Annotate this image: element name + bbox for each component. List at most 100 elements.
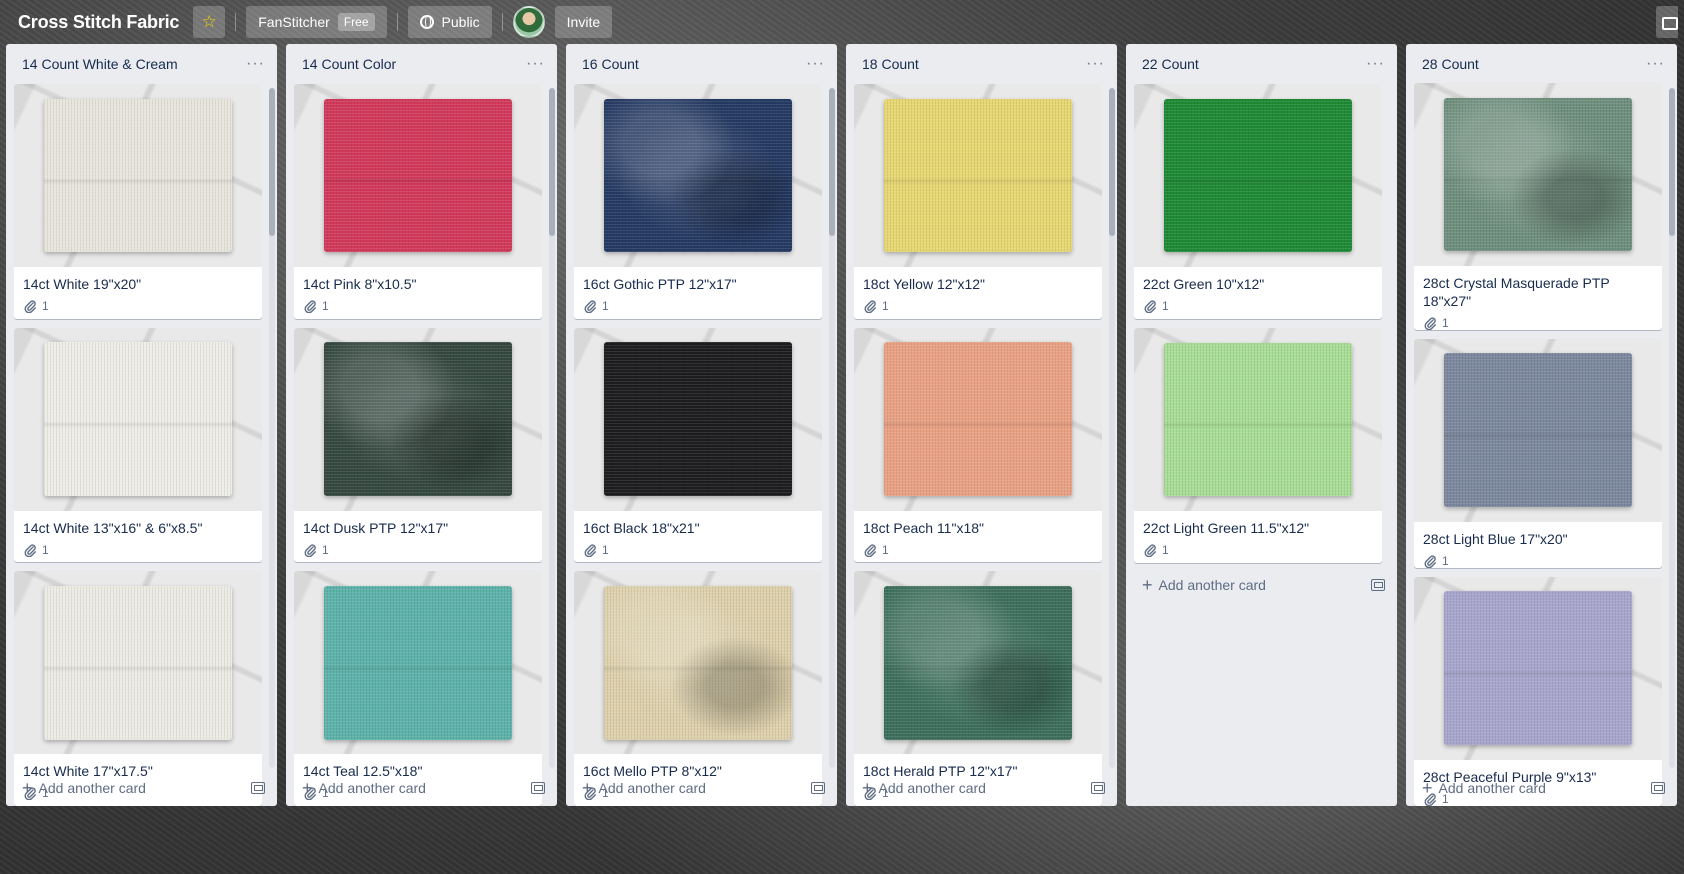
card-cover-image <box>854 571 1102 755</box>
card[interactable]: 28ct Crystal Masquerade PTP 18"x27" 1 <box>1414 83 1662 330</box>
list-menu-icon[interactable]: ··· <box>1646 55 1665 71</box>
card-badges: 1 <box>863 299 1093 314</box>
card-badges: 1 <box>303 543 533 557</box>
add-card-button[interactable]: + Add another card <box>846 770 1117 806</box>
attachment-icon <box>1423 554 1437 568</box>
scrollbar-thumb[interactable] <box>1669 88 1675 236</box>
card[interactable]: 16ct Black 18"x21" 1 <box>574 327 822 563</box>
fabric-swatch <box>43 585 233 740</box>
add-card-button[interactable]: + Add another card <box>6 770 277 806</box>
list-scrollbar[interactable] <box>1669 88 1675 768</box>
card[interactable]: 14ct Dusk PTP 12"x17" 1 <box>294 327 542 563</box>
card-cover-image <box>1134 328 1382 511</box>
list-menu-icon[interactable]: ··· <box>246 55 265 71</box>
attachment-icon <box>303 299 317 314</box>
list-scrollbar[interactable] <box>549 88 555 768</box>
card[interactable]: 14ct White 19"x20" 1 <box>14 83 262 319</box>
plus-icon: + <box>302 778 313 798</box>
card[interactable]: 18ct Yellow 12"x12" 1 <box>854 83 1102 319</box>
scrollbar-thumb[interactable] <box>829 88 835 236</box>
add-card-left: + Add another card <box>22 779 146 797</box>
card[interactable]: 22ct Light Green 11.5"x12" 1 <box>1134 328 1382 563</box>
list-title[interactable]: 28 Count <box>1422 56 1479 72</box>
list-menu-icon[interactable]: ··· <box>526 55 545 71</box>
card-title: 28ct Crystal Masquerade PTP 18"x27" <box>1423 275 1610 310</box>
plus-icon: + <box>1422 778 1433 798</box>
add-card-button[interactable]: + Add another card <box>1406 770 1677 806</box>
list[interactable]: 22 Count ··· 22ct Green 10"x12" 1 22ct Light… <box>1126 44 1397 806</box>
list-title[interactable]: 18 Count <box>862 56 919 72</box>
list-scrollbar[interactable] <box>829 88 835 768</box>
plan-badge: Free <box>337 13 375 31</box>
attachment-icon <box>1143 543 1157 558</box>
add-card-left: + Add another card <box>1142 576 1266 594</box>
scrollbar-thumb[interactable] <box>549 88 555 236</box>
card[interactable]: 14ct Pink 8"x10.5" 1 <box>294 83 542 319</box>
card-body: 14ct White 19"x20" 1 <box>14 267 262 319</box>
team-button[interactable]: FanStitcher Free <box>246 6 387 38</box>
add-card-left: + Add another card <box>582 778 706 798</box>
add-card-label: Add another card <box>878 780 986 796</box>
card-badges: 1 <box>583 543 813 557</box>
card[interactable]: 28ct Light Blue 17"x20" 1 <box>1414 338 1662 568</box>
list-menu-icon[interactable]: ··· <box>806 55 825 71</box>
add-card-button[interactable]: + Add another card <box>1126 567 1397 603</box>
plus-icon: + <box>582 778 593 798</box>
card-cover-image <box>854 83 1102 267</box>
fabric-swatch <box>1443 97 1633 252</box>
board-title[interactable]: Cross Stitch Fabric <box>14 12 183 33</box>
show-menu-button[interactable] <box>1656 6 1678 38</box>
fabric-swatch <box>1443 591 1633 746</box>
list[interactable]: 16 Count ··· 16ct Gothic PTP 12"x17" 1 16ct … <box>566 44 837 806</box>
add-card-left: + Add another card <box>862 778 986 798</box>
card-template-icon[interactable] <box>1651 782 1665 794</box>
list[interactable]: 28 Count ··· 28ct Crystal Masquerade PTP 1… <box>1406 44 1677 806</box>
scrollbar-thumb[interactable] <box>1109 88 1115 236</box>
card-body: 14ct White 13"x16" & 6"x8.5" 1 <box>14 511 262 563</box>
add-card-label: Add another card <box>1158 577 1266 593</box>
card-body: 18ct Yellow 12"x12" 1 <box>854 267 1102 319</box>
card-template-icon[interactable] <box>811 782 825 794</box>
card-template-icon[interactable] <box>531 782 545 794</box>
add-card-button[interactable]: + Add another card <box>566 770 837 806</box>
list-scrollbar[interactable] <box>269 88 275 768</box>
card-cover-image <box>1414 338 1662 522</box>
card[interactable]: 14ct White 13"x16" & 6"x8.5" 1 <box>14 327 262 563</box>
fabric-swatch <box>1163 98 1353 253</box>
fabric-swatch <box>323 98 513 253</box>
plus-icon: + <box>862 778 873 798</box>
list-title[interactable]: 16 Count <box>582 56 639 72</box>
card-badges: 1 <box>1423 316 1653 330</box>
card-template-icon[interactable] <box>1091 782 1105 794</box>
avatar[interactable] <box>512 6 545 38</box>
list-title[interactable]: 22 Count <box>1142 56 1199 72</box>
card[interactable]: 16ct Gothic PTP 12"x17" 1 <box>574 83 822 319</box>
card-template-icon[interactable] <box>1371 579 1385 591</box>
visibility-button[interactable]: Public <box>407 6 492 38</box>
attachment-count: 1 <box>602 298 609 313</box>
fabric-swatch <box>883 98 1073 253</box>
list[interactable]: 14 Count White & Cream ··· 14ct White 19"x… <box>6 44 277 806</box>
invite-label: Invite <box>566 14 601 30</box>
invite-button[interactable]: Invite <box>554 6 613 38</box>
list-title[interactable]: 14 Count Color <box>302 56 396 72</box>
card-template-icon[interactable] <box>251 782 265 794</box>
add-card-label: Add another card <box>1438 780 1546 796</box>
list[interactable]: 14 Count Color ··· 14ct Pink 8"x10.5" 1 14ct… <box>286 44 557 806</box>
card-body: 16ct Gothic PTP 12"x17" 1 <box>574 267 822 319</box>
list-menu-icon[interactable]: ··· <box>1366 56 1385 72</box>
list-scrollbar[interactable] <box>1109 88 1115 768</box>
list-menu-icon[interactable]: ··· <box>1086 55 1105 71</box>
card-badges: 1 <box>1143 299 1373 314</box>
card[interactable]: 22ct Green 10"x12" 1 <box>1134 84 1382 319</box>
list-title[interactable]: 14 Count White & Cream <box>22 56 178 72</box>
list-header: 14 Count Color ··· <box>286 44 557 84</box>
card[interactable]: 18ct Peach 11"x18" 1 <box>854 327 1102 563</box>
card-body: 16ct Black 18"x21" 1 <box>574 511 822 563</box>
list[interactable]: 18 Count ··· 18ct Yellow 12"x12" 1 18ct Peac… <box>846 44 1117 806</box>
list-header: 14 Count White & Cream ··· <box>6 44 277 84</box>
add-card-button[interactable]: + Add another card <box>286 770 557 806</box>
star-board-button[interactable]: ☆ <box>193 6 226 38</box>
scrollbar-thumb[interactable] <box>269 88 275 236</box>
card-cover-image <box>574 571 822 755</box>
